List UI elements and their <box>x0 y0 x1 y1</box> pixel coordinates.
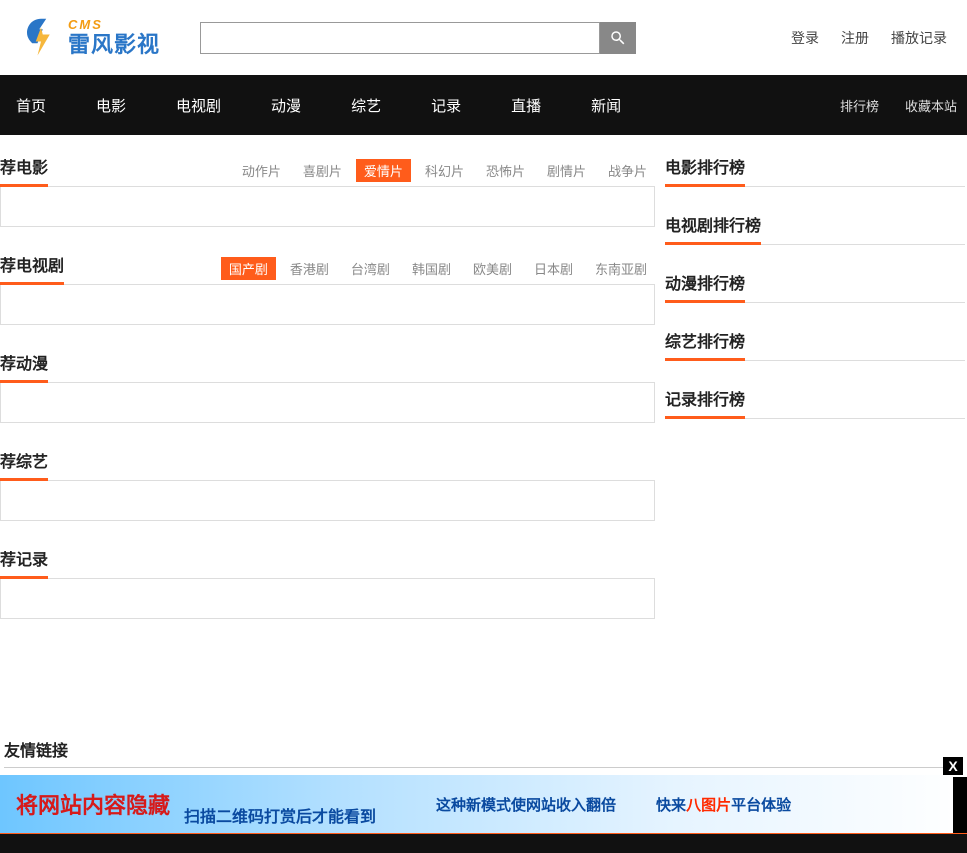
section-0: 荐电影 动作片喜剧片爱情片科幻片恐怖片剧情片战争片 <box>0 157 655 227</box>
rank-section-4: 记录排行榜 <box>665 389 965 419</box>
section-body <box>0 285 655 325</box>
section-tab[interactable]: 恐怖片 <box>478 159 533 182</box>
section-2: 荐动漫 <box>0 353 655 423</box>
banner-text-2: 扫描二维码打赏后才能看到 <box>184 803 376 827</box>
section-3: 荐综艺 <box>0 451 655 521</box>
corner-block <box>953 777 967 833</box>
rank-section-3: 综艺排行榜 <box>665 331 965 361</box>
nav-item[interactable]: 记录 <box>431 95 461 116</box>
banner-text-1: 将网站内容隐藏 <box>16 788 170 820</box>
section-title: 荐电影 <box>0 154 48 187</box>
section-title: 荐动漫 <box>0 350 48 383</box>
rank-section-2: 动漫排行榜 <box>665 273 965 303</box>
nav-item[interactable]: 综艺 <box>351 95 381 116</box>
main-right: 电影排行榜电视剧排行榜动漫排行榜综艺排行榜记录排行榜 <box>665 157 965 647</box>
footer-bar <box>0 831 967 853</box>
section-tab[interactable]: 爱情片 <box>356 159 411 182</box>
nav-favorite-link[interactable]: 收藏本站 <box>905 96 957 115</box>
rank-head: 综艺排行榜 <box>665 331 965 361</box>
banner-close-button[interactable]: X <box>943 757 963 775</box>
section-tab[interactable]: 喜剧片 <box>295 159 350 182</box>
logo-name-label: 雷风影视 <box>68 33 160 57</box>
rank-title: 综艺排行榜 <box>665 328 745 361</box>
section-head: 荐综艺 <box>0 451 655 481</box>
section-4: 荐记录 <box>0 549 655 619</box>
section-tab[interactable]: 剧情片 <box>539 159 594 182</box>
search-input[interactable] <box>200 22 600 54</box>
logo[interactable]: CMS 雷风影视 <box>20 17 160 59</box>
section-tabs: 国产剧香港剧台湾剧韩国剧欧美剧日本剧东南亚剧 <box>221 257 655 284</box>
section-head: 荐电影 动作片喜剧片爱情片科幻片恐怖片剧情片战争片 <box>0 157 655 187</box>
section-tab[interactable]: 韩国剧 <box>404 257 459 280</box>
section-title: 荐电视剧 <box>0 252 64 285</box>
friend-links-title: 友情链接 <box>4 743 68 760</box>
section-tab[interactable]: 战争片 <box>600 159 655 182</box>
section-head: 荐电视剧 国产剧香港剧台湾剧韩国剧欧美剧日本剧东南亚剧 <box>0 255 655 285</box>
logo-text: CMS 雷风影视 <box>68 18 160 56</box>
section-1: 荐电视剧 国产剧香港剧台湾剧韩国剧欧美剧日本剧东南亚剧 <box>0 255 655 325</box>
header: CMS 雷风影视 登录 注册 播放记录 <box>0 0 967 75</box>
login-link[interactable]: 登录 <box>791 28 819 48</box>
nav-item[interactable]: 直播 <box>511 95 541 116</box>
main-content: 荐电影 动作片喜剧片爱情片科幻片恐怖片剧情片战争片荐电视剧 国产剧香港剧台湾剧韩国剧… <box>0 135 967 647</box>
history-link[interactable]: 播放记录 <box>891 28 947 48</box>
logo-icon <box>20 17 62 59</box>
nav-main: 首页 电影 电视剧 动漫 综艺 记录 直播 新闻 <box>16 95 621 116</box>
section-head: 荐记录 <box>0 549 655 579</box>
search-box <box>200 22 636 54</box>
rank-head: 记录排行榜 <box>665 389 965 419</box>
search-icon <box>609 29 627 47</box>
nav-right: 排行榜 收藏本站 <box>840 96 957 115</box>
nav-item[interactable]: 新闻 <box>591 95 621 116</box>
section-tab[interactable]: 香港剧 <box>282 257 337 280</box>
section-tab[interactable]: 东南亚剧 <box>587 257 655 280</box>
nav-item[interactable]: 电影 <box>96 95 126 116</box>
bottom-banner: X 将网站内容隐藏 扫描二维码打赏后才能看到 这种新模式使网站收入翻倍 快来八图… <box>0 775 967 833</box>
section-body <box>0 383 655 423</box>
rank-title: 电影排行榜 <box>665 154 745 187</box>
rank-head: 电视剧排行榜 <box>665 215 965 245</box>
section-title: 荐综艺 <box>0 448 48 481</box>
nav-item[interactable]: 动漫 <box>271 95 301 116</box>
banner-text-3: 这种新模式使网站收入翻倍 <box>436 794 616 815</box>
rank-head: 动漫排行榜 <box>665 273 965 303</box>
section-tab[interactable]: 台湾剧 <box>343 257 398 280</box>
main-left: 荐电影 动作片喜剧片爱情片科幻片恐怖片剧情片战争片荐电视剧 国产剧香港剧台湾剧韩国剧… <box>0 157 655 647</box>
rank-section-0: 电影排行榜 <box>665 157 965 187</box>
header-links: 登录 注册 播放记录 <box>791 28 947 48</box>
logo-cms-label: CMS <box>68 18 160 32</box>
nav-item[interactable]: 首页 <box>16 95 46 116</box>
section-tab[interactable]: 欧美剧 <box>465 257 520 280</box>
section-head: 荐动漫 <box>0 353 655 383</box>
section-tab[interactable]: 日本剧 <box>526 257 581 280</box>
nav-rank-link[interactable]: 排行榜 <box>840 96 879 115</box>
section-tabs: 动作片喜剧片爱情片科幻片恐怖片剧情片战争片 <box>234 159 655 186</box>
rank-head: 电影排行榜 <box>665 157 965 187</box>
section-body <box>0 187 655 227</box>
nav-item[interactable]: 电视剧 <box>176 95 221 116</box>
section-tab[interactable]: 动作片 <box>234 159 289 182</box>
friend-links-head: 友情链接 <box>4 737 963 768</box>
rank-title: 记录排行榜 <box>665 386 745 419</box>
section-tab[interactable]: 国产剧 <box>221 257 276 280</box>
register-link[interactable]: 注册 <box>841 28 869 48</box>
rank-title: 动漫排行榜 <box>665 270 745 303</box>
main-nav: 首页 电影 电视剧 动漫 综艺 记录 直播 新闻 排行榜 收藏本站 <box>0 75 967 135</box>
section-title: 荐记录 <box>0 546 48 579</box>
banner-text-4: 快来八图片平台体验 <box>656 794 791 815</box>
section-tab[interactable]: 科幻片 <box>417 159 472 182</box>
section-body <box>0 481 655 521</box>
rank-section-1: 电视剧排行榜 <box>665 215 965 245</box>
search-button[interactable] <box>600 22 636 54</box>
section-body <box>0 579 655 619</box>
rank-title: 电视剧排行榜 <box>665 212 761 245</box>
